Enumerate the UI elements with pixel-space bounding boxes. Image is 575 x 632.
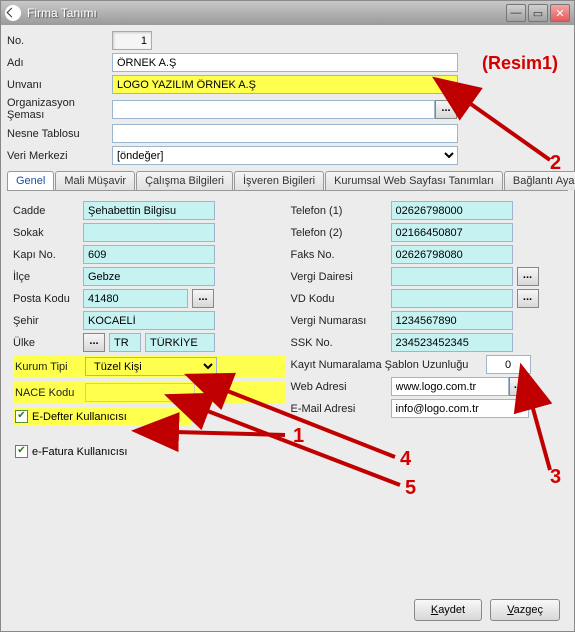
posta-field[interactable] — [83, 289, 188, 308]
sokak-label: Sokak — [13, 227, 83, 239]
app-icon — [5, 5, 21, 21]
tel2-field[interactable] — [391, 223, 513, 242]
vn-label: Vergi Numarası — [291, 315, 391, 327]
tab-strip: Genel Mali Müşavir Çalışma Bilgileri İşv… — [7, 171, 568, 191]
kurum-select[interactable]: Tüzel Kişi — [85, 357, 217, 376]
vd-field[interactable] — [391, 267, 513, 286]
titlebar[interactable]: Firma Tanımı — ▭ ✕ — [1, 1, 574, 25]
tab-isveren[interactable]: İşveren Bigileri — [234, 171, 324, 190]
sehir-label: Şehir — [13, 315, 83, 327]
unvani-label: Unvanı — [7, 79, 112, 91]
sehir-field[interactable] — [83, 311, 215, 330]
posta-browse-button[interactable]: ... — [192, 289, 214, 308]
maximize-button[interactable]: ▭ — [528, 4, 548, 22]
veri-label: Veri Merkezi — [7, 150, 112, 162]
annot-5: 5 — [405, 477, 416, 500]
ilce-label: İlçe — [13, 271, 83, 283]
firma-window: Firma Tanımı — ▭ ✕ (Resim1) No. Adı Unva… — [0, 0, 575, 632]
ssk-label: SSK No. — [291, 337, 391, 349]
cadde-field[interactable] — [83, 201, 215, 220]
posta-label: Posta Kodu — [13, 293, 83, 305]
kurum-label: Kurum Tipi — [15, 361, 85, 373]
web-label: Web Adresi — [291, 381, 391, 393]
client-area: (Resim1) No. Adı Unvanı Organizasyon Şem… — [1, 25, 574, 631]
ulke-code-field[interactable] — [109, 333, 141, 352]
minimize-button[interactable]: — — [506, 4, 526, 22]
vdk-label: VD Kodu — [291, 293, 391, 305]
nesne-field[interactable] — [112, 124, 458, 143]
kayit-field[interactable] — [486, 355, 531, 374]
vdk-browse-button[interactable]: ... — [517, 289, 539, 308]
org-field[interactable] — [112, 100, 435, 119]
annot-4: 4 — [400, 448, 411, 471]
efatura-label: e-Fatura Kullanıcısı — [32, 446, 127, 458]
email-field[interactable] — [391, 399, 529, 418]
ulke-label: Ülke — [13, 337, 83, 349]
close-button[interactable]: ✕ — [550, 4, 570, 22]
sokak-field[interactable] — [83, 223, 215, 242]
tel2-label: Telefon (2) — [291, 227, 391, 239]
annot-3: 3 — [550, 466, 561, 489]
ssk-field[interactable] — [391, 333, 513, 352]
vn-field[interactable] — [391, 311, 513, 330]
web-field[interactable] — [391, 377, 509, 396]
tel1-label: Telefon (1) — [291, 205, 391, 217]
edefter-wrap[interactable]: ✔ E-Defter Kullanıcısı — [13, 408, 191, 425]
email-label: E-Mail Adresi — [291, 403, 391, 415]
web-browse-button[interactable]: ... — [509, 377, 529, 396]
ulke-browse-button[interactable]: ... — [83, 333, 105, 352]
kayit-label: Kayıt Numaralama Şablon Uzunluğu — [291, 359, 486, 371]
tab-body: Cadde Sokak Kapı No. İlçe Posta Kodu... … — [7, 191, 568, 466]
tel1-field[interactable] — [391, 201, 513, 220]
window-title: Firma Tanımı — [27, 6, 506, 20]
faks-field[interactable] — [391, 245, 513, 264]
adi-field[interactable] — [112, 53, 458, 72]
tab-kurumsal[interactable]: Kurumsal Web Sayfası Tanımları — [325, 171, 503, 190]
tab-baglanti[interactable]: Bağlantı Ayarları — [504, 171, 575, 190]
edefter-checkbox[interactable]: ✔ — [15, 410, 28, 423]
kapi-label: Kapı No. — [13, 249, 83, 261]
efatura-wrap[interactable]: ✔ e-Fatura Kullanıcısı — [13, 443, 285, 460]
nace-field[interactable] — [85, 383, 195, 402]
cadde-label: Cadde — [13, 205, 83, 217]
resim-label: (Resim1) — [482, 53, 558, 74]
efatura-checkbox[interactable]: ✔ — [15, 445, 28, 458]
veri-select[interactable]: [öndeğer] — [112, 146, 458, 165]
vd-browse-button[interactable]: ... — [517, 267, 539, 286]
tab-genel[interactable]: Genel — [7, 171, 54, 190]
no-field[interactable] — [112, 31, 152, 50]
faks-label: Faks No. — [291, 249, 391, 261]
tab-calisma[interactable]: Çalışma Bilgileri — [136, 171, 233, 190]
adi-label: Adı — [7, 57, 112, 69]
save-button[interactable]: Kaydet — [414, 599, 482, 621]
nace-label: NACE Kodu — [15, 387, 85, 399]
annot-1: 1 — [293, 425, 304, 448]
edefter-label: E-Defter Kullanıcısı — [32, 411, 127, 423]
annot-2: 2 — [550, 152, 561, 175]
ilce-field[interactable] — [83, 267, 215, 286]
no-label: No. — [7, 35, 112, 47]
vd-label: Vergi Dairesi — [291, 271, 391, 283]
vdk-field[interactable] — [391, 289, 513, 308]
org-browse-button[interactable]: ... — [435, 100, 457, 119]
nesne-label: Nesne Tablosu — [7, 128, 112, 140]
cancel-button[interactable]: Vazgeç — [490, 599, 560, 621]
kapi-field[interactable] — [83, 245, 215, 264]
ulke-name-field[interactable] — [145, 333, 215, 352]
tab-mali[interactable]: Mali Müşavir — [55, 171, 135, 190]
org-label: Organizasyon Şeması — [7, 97, 112, 121]
unvani-field[interactable] — [112, 75, 458, 94]
